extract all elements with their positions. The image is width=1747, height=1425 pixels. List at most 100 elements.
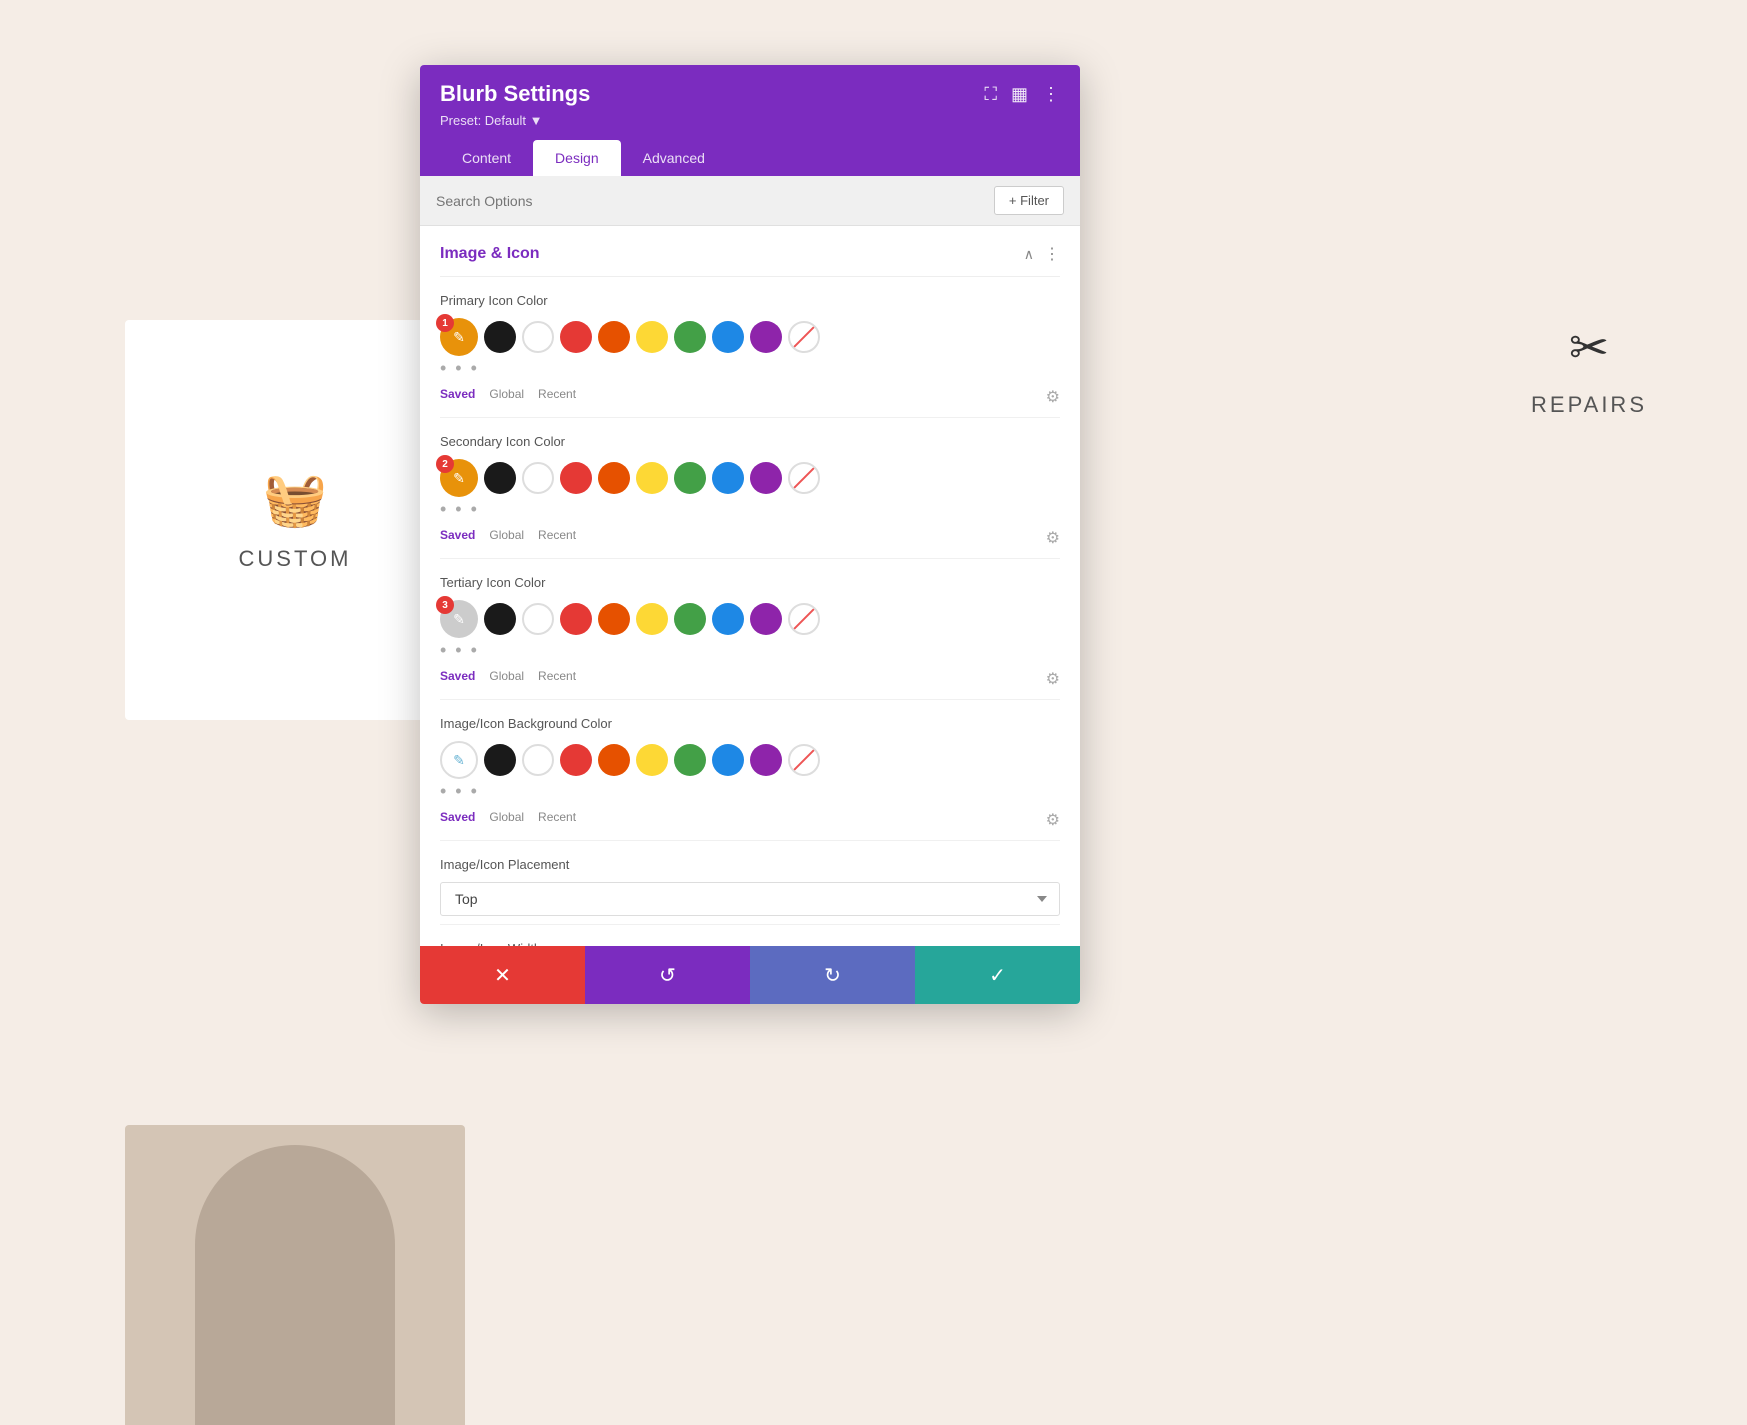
color-swatch-black[interactable] [484,603,516,635]
global-tab[interactable]: Global [489,528,524,548]
color-swatch-none[interactable] [788,462,820,494]
color-swatch-blue[interactable] [712,603,744,635]
tertiary-more-dots[interactable]: • • • [440,638,1060,663]
color-swatch-white[interactable] [522,462,554,494]
color-swatch-green[interactable] [674,462,706,494]
bg-color-tabs: Saved Global Recent ⚙ [440,804,1060,832]
recent-tab[interactable]: Recent [538,528,576,548]
color-swatch-yellow[interactable] [636,321,668,353]
preset-selector[interactable]: Preset: Default ▼ [440,113,1060,128]
global-tab[interactable]: Global [489,810,524,830]
color-swatch-red[interactable] [560,744,592,776]
secondary-color-picker[interactable]: 2 ✎ [440,459,478,497]
color-swatch-purple[interactable] [750,744,782,776]
saved-tab[interactable]: Saved [440,669,475,689]
color-swatch-white[interactable] [522,603,554,635]
tertiary-color-tabs: Saved Global Recent ⚙ [440,663,1060,691]
color-swatch-black[interactable] [484,744,516,776]
color-swatch-white[interactable] [522,321,554,353]
color-swatch-orange[interactable] [598,603,630,635]
placement-setting: Image/Icon Placement Top Left Right [440,841,1060,925]
saved-tab[interactable]: Saved [440,387,475,407]
redo-button[interactable]: ↻ [750,946,915,1004]
color-swatch-red[interactable] [560,462,592,494]
color-settings-gear[interactable]: ⚙ [1046,810,1060,830]
repairs-card: ✂ REPAIRS [1531,320,1647,418]
secondary-more-dots[interactable]: • • • [440,497,1060,522]
color-swatch-orange[interactable] [598,744,630,776]
color-swatch-green[interactable] [674,603,706,635]
scissors-icon: ✂ [1569,320,1609,376]
blurb-settings-panel: Blurb Settings ⛶ ▦ ⋮ Preset: Default ▼ C… [420,65,1080,1004]
color-swatch-purple[interactable] [750,462,782,494]
saved-tab[interactable]: Saved [440,810,475,830]
more-options-icon[interactable]: ⋮ [1042,84,1060,105]
color-swatch-blue[interactable] [712,744,744,776]
columns-icon[interactable]: ▦ [1011,84,1028,105]
repairs-label: REPAIRS [1531,392,1647,418]
color-swatch-yellow[interactable] [636,744,668,776]
save-button[interactable]: ✓ [915,946,1080,1004]
color-swatch-black[interactable] [484,462,516,494]
tertiary-icon-color-setting: Tertiary Icon Color 3 ✎ • • • [440,559,1060,700]
color-swatch-orange[interactable] [598,462,630,494]
saved-tab[interactable]: Saved [440,528,475,548]
color-swatch-purple[interactable] [750,603,782,635]
tab-advanced[interactable]: Advanced [621,140,727,176]
search-bar: + Filter [420,176,1080,226]
color-swatch-green[interactable] [674,321,706,353]
cancel-button[interactable]: ✕ [420,946,585,1004]
bg-picker-btn[interactable]: ✎ [440,741,478,779]
color-swatch-green[interactable] [674,744,706,776]
color-swatch-red[interactable] [560,603,592,635]
search-input[interactable] [436,193,986,209]
panel-header-icons: ⛶ ▦ ⋮ [984,84,1060,105]
section-more-icon[interactable]: ⋮ [1044,244,1060,264]
undo-button[interactable]: ↺ [585,946,750,1004]
tertiary-color-picker[interactable]: 3 ✎ [440,600,478,638]
bg-color-picker[interactable]: ✎ [440,741,478,779]
color-settings-gear[interactable]: ⚙ [1046,387,1060,407]
person-image [125,1125,465,1425]
person-silhouette [195,1145,395,1425]
color-settings-gear[interactable]: ⚙ [1046,528,1060,548]
fullscreen-icon[interactable]: ⛶ [984,84,997,105]
bg-color-row: ✎ [440,741,1060,779]
tab-design[interactable]: Design [533,140,621,176]
panel-header: Blurb Settings ⛶ ▦ ⋮ Preset: Default ▼ C… [420,65,1080,176]
tertiary-icon-color-label: Tertiary Icon Color [440,575,1060,590]
placement-select[interactable]: Top Left Right [440,882,1060,916]
recent-tab[interactable]: Recent [538,810,576,830]
color-swatch-none[interactable] [788,321,820,353]
filter-button[interactable]: + Filter [994,186,1064,215]
global-tab[interactable]: Global [489,669,524,689]
color-swatch-none[interactable] [788,744,820,776]
global-tab[interactable]: Global [489,387,524,407]
color-swatch-purple[interactable] [750,321,782,353]
primary-color-picker[interactable]: 1 ✎ [440,318,478,356]
basket-icon: 🧺 [263,469,328,530]
primary-icon-color-setting: Primary Icon Color 1 ✎ • • • [440,277,1060,418]
color-swatch-yellow[interactable] [636,603,668,635]
collapse-icon[interactable]: ∧ [1024,246,1034,263]
primary-more-dots[interactable]: • • • [440,356,1060,381]
color-swatch-blue[interactable] [712,321,744,353]
custom-card: 🧺 CUSTOM [125,320,465,720]
width-setting: Image/Icon Width [440,925,1060,946]
color-swatch-blue[interactable] [712,462,744,494]
recent-tab[interactable]: Recent [538,387,576,407]
color-swatch-none[interactable] [788,603,820,635]
panel-tabs: Content Design Advanced [440,140,1060,176]
color-swatch-white[interactable] [522,744,554,776]
bg-more-dots[interactable]: • • • [440,779,1060,804]
secondary-color-row: 2 ✎ [440,459,1060,497]
color-settings-gear[interactable]: ⚙ [1046,669,1060,689]
color-swatch-red[interactable] [560,321,592,353]
color-swatch-black[interactable] [484,321,516,353]
tab-content[interactable]: Content [440,140,533,176]
picker-badge-2: 2 [436,455,454,473]
color-swatch-orange[interactable] [598,321,630,353]
recent-tab[interactable]: Recent [538,669,576,689]
bg-color-setting: Image/Icon Background Color ✎ • • • [440,700,1060,841]
color-swatch-yellow[interactable] [636,462,668,494]
